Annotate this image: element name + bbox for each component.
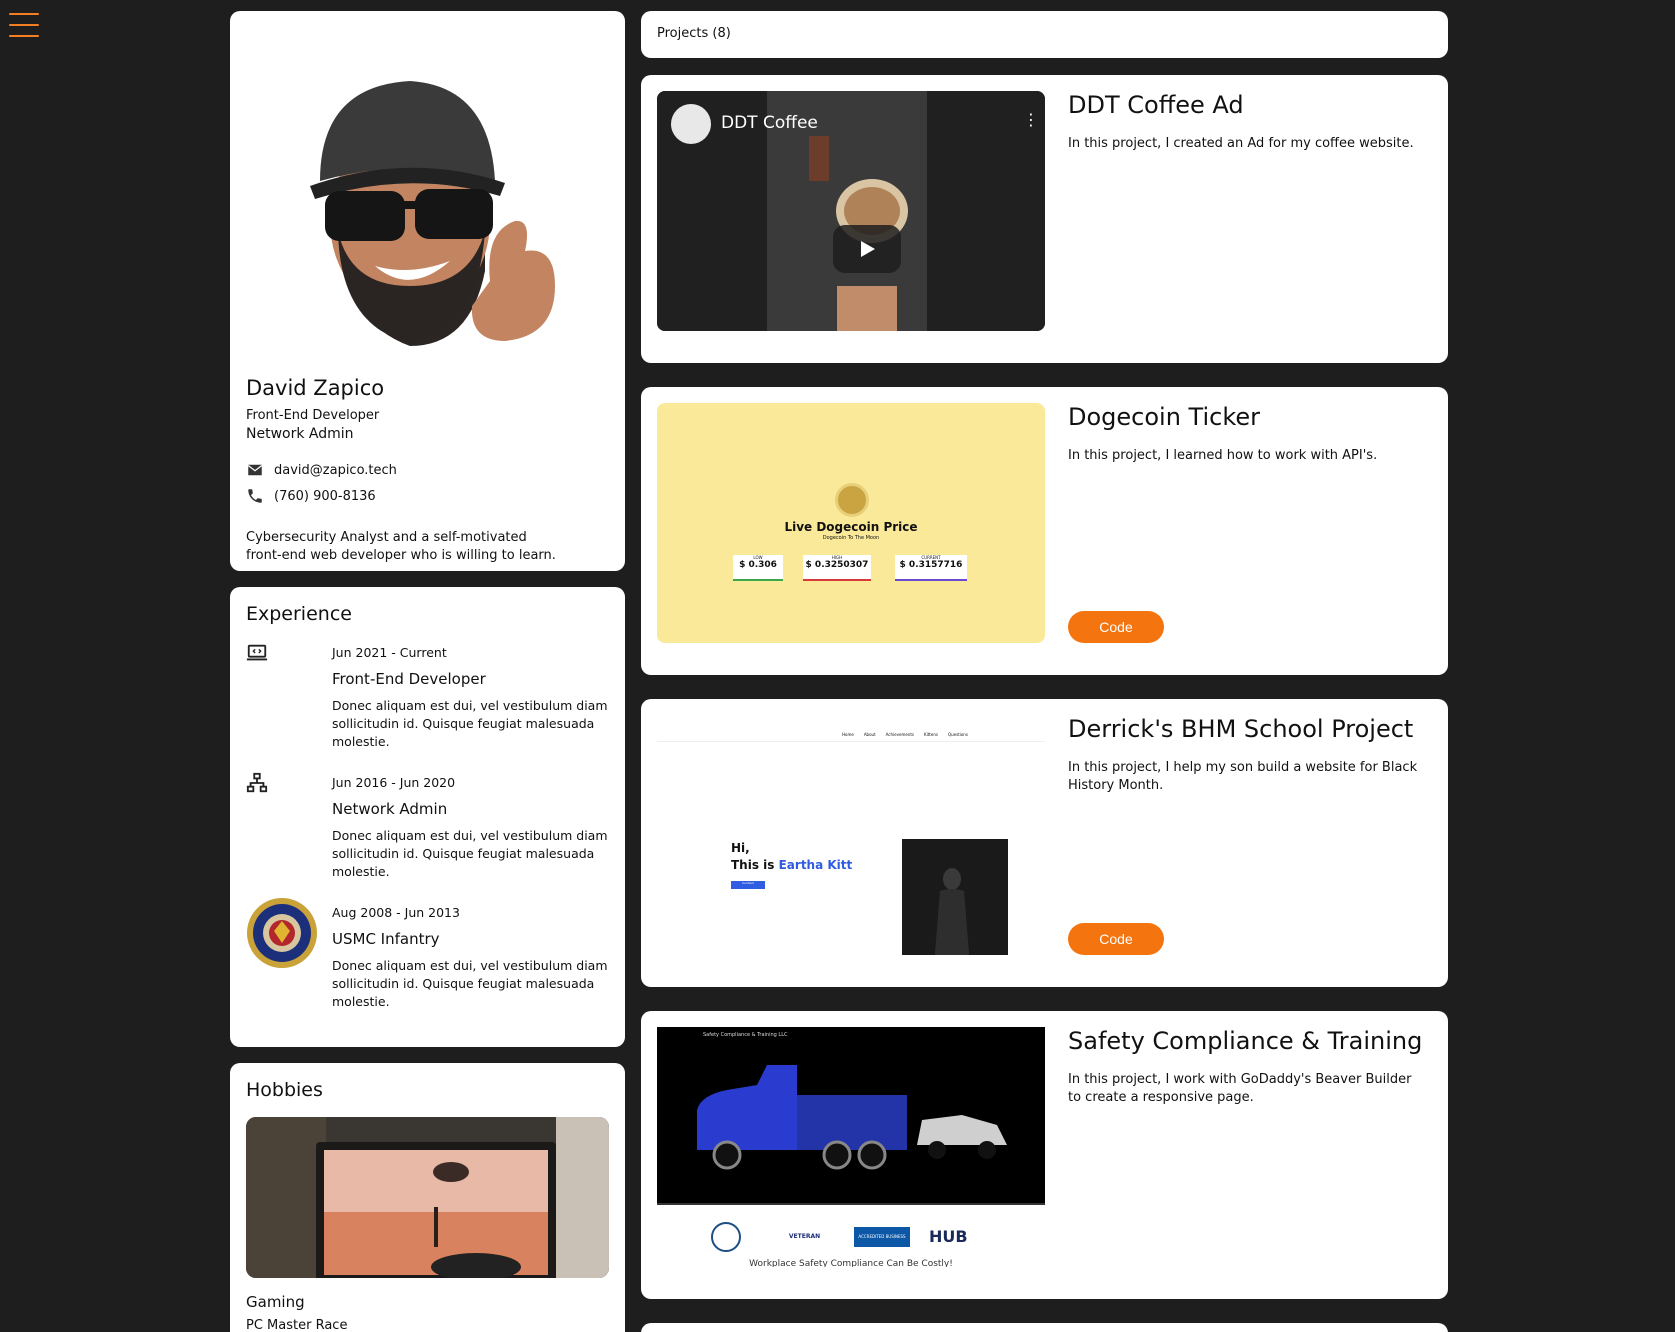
project-card: Safety Compliance & Training LLC VETERAN… — [641, 1011, 1448, 1299]
safety-tagline: Workplace Safety Compliance Can Be Costl… — [749, 1259, 953, 1267]
projects-count: Projects (8) — [657, 26, 731, 41]
play-icon — [861, 241, 875, 257]
doge-high-box: HIGH $ 0.3250307 — [803, 555, 871, 581]
project-description: In this project, I learned how to work w… — [1068, 448, 1378, 463]
experience-card: Experience Jun 2021 - Current Front-End … — [230, 587, 625, 1047]
hamburger-menu-icon[interactable] — [9, 13, 39, 37]
bhm-nav: Home About Achievements Kittens Question… — [842, 732, 968, 737]
phone-text[interactable]: (760) 900-8136 — [274, 489, 376, 504]
project-title: Safety Compliance & Training — [1068, 1027, 1423, 1055]
project-description: In this project, I help my son build a w… — [1068, 760, 1418, 793]
project-title: DDT Coffee Ad — [1068, 91, 1244, 119]
profile-bio: Cybersecurity Analyst and a self-motivat… — [246, 530, 556, 563]
experience-heading: Experience — [246, 603, 352, 625]
bhm-intro: This is Eartha Kitt — [731, 858, 853, 872]
eartha-kitt-photo — [902, 839, 1008, 955]
bhm-hi: Hi, — [731, 841, 750, 855]
dogecoin-screenshot: Live Dogecoin Price Dogecoin To The Moon… — [657, 403, 1045, 643]
hobbies-heading: Hobbies — [246, 1079, 323, 1101]
dogecoin-logo-icon — [835, 483, 869, 517]
youtube-video-player[interactable]: DDT Coffee ⋮ — [657, 91, 1045, 331]
experience-date: Aug 2008 - Jun 2013 — [332, 905, 460, 920]
experience-item: Aug 2008 - Jun 2013 USMC Infantry Donec … — [230, 898, 625, 1022]
project-card — [641, 1323, 1448, 1332]
experience-role: Front-End Developer — [332, 670, 486, 688]
doge-current-box: CURRENT $ 0.3157716 — [895, 555, 967, 581]
phone-contact[interactable]: (760) 900-8136 — [246, 487, 376, 505]
project-card: Home About Achievements Kittens Question… — [641, 699, 1448, 987]
doge-heading: Live Dogecoin Price — [784, 520, 918, 534]
play-button[interactable] — [833, 225, 901, 273]
profile-name: David Zapico — [246, 376, 385, 400]
hobbies-card: Hobbies Gaming PC Master Race — [230, 1063, 625, 1332]
memoji-avatar — [310, 81, 555, 346]
hobby-subtitle: PC Master Race — [246, 1318, 348, 1332]
bhm-screenshot: Home About Achievements Kittens Question… — [657, 715, 1045, 955]
code-button[interactable]: Code — [1068, 611, 1164, 643]
bhm-contact-button: Contact — [731, 881, 765, 889]
email-text[interactable]: david@zapico.tech — [274, 463, 397, 478]
profile-card: David Zapico Front-End Developer Network… — [230, 11, 625, 571]
laptop-code-icon — [246, 644, 268, 661]
experience-description: Donec aliquam est dui, vel vestibulum di… — [332, 698, 608, 749]
truck-image — [697, 1065, 1007, 1170]
hub-badge: HUB — [929, 1227, 968, 1246]
video-title[interactable]: DDT Coffee — [721, 113, 818, 133]
code-button[interactable]: Code — [1068, 923, 1164, 955]
experience-date: Jun 2016 - Jun 2020 — [332, 775, 456, 790]
experience-item: Jun 2016 - Jun 2020 Network Admin Donec … — [230, 772, 625, 892]
experience-role: USMC Infantry — [332, 930, 440, 948]
safety-compliance-screenshot: Safety Compliance & Training LLC VETERAN… — [657, 1027, 1045, 1267]
profile-subtitle: Network Admin — [246, 426, 354, 442]
email-contact[interactable]: david@zapico.tech — [246, 461, 397, 479]
experience-item: Jun 2021 - Current Front-End Developer D… — [230, 642, 625, 762]
experience-date: Jun 2021 - Current — [332, 645, 447, 660]
project-title: Derrick's BHM School Project — [1068, 715, 1414, 743]
doge-low-box: LOW $ 0.306 — [733, 555, 783, 581]
profile-title: Front-End Developer — [246, 408, 380, 423]
project-title: Dogecoin Ticker — [1068, 403, 1261, 431]
projects-header: Projects (8) — [641, 11, 1448, 58]
project-card: DDT Coffee ⋮ DDT Coffee Ad In this proje… — [641, 75, 1448, 363]
experience-role: Network Admin — [332, 800, 448, 818]
usmc-seal-icon — [247, 898, 317, 968]
experience-description: Donec aliquam est dui, vel vestibulum di… — [332, 958, 608, 1009]
gaming-photo — [246, 1117, 609, 1278]
texas-badge-icon — [711, 1222, 741, 1252]
project-card: Live Dogecoin Price Dogecoin To The Moon… — [641, 387, 1448, 675]
hobby-name: Gaming — [246, 1293, 305, 1311]
project-description: In this project, I created an Ad for my … — [1068, 136, 1414, 151]
more-options-icon[interactable]: ⋮ — [1023, 112, 1039, 128]
doge-subheading: Dogecoin To The Moon — [822, 535, 880, 541]
experience-description: Donec aliquam est dui, vel vestibulum di… — [332, 828, 608, 879]
network-icon — [246, 772, 268, 793]
phone-icon — [248, 489, 262, 503]
accredited-badge: ACCREDITED BUSINESS — [854, 1227, 910, 1247]
mail-icon — [247, 464, 263, 476]
project-description: In this project, I work with GoDaddy's B… — [1068, 1072, 1412, 1105]
channel-avatar-icon[interactable] — [671, 104, 711, 144]
veteran-badge: VETERAN — [777, 1229, 832, 1245]
safety-brand: Safety Compliance & Training LLC — [703, 1032, 788, 1038]
